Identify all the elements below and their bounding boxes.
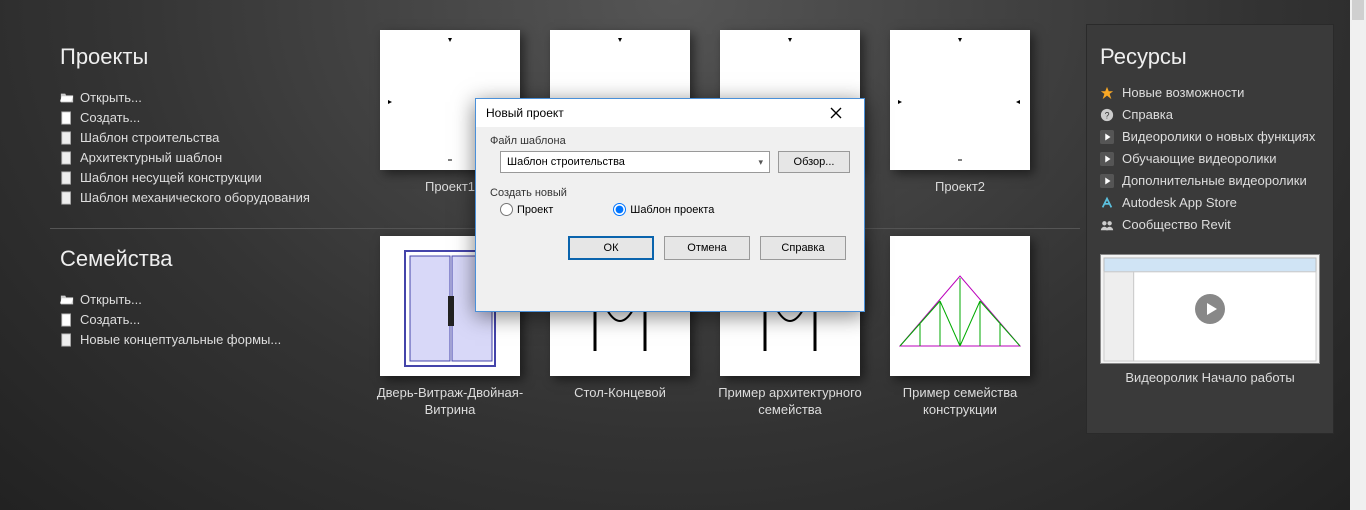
project-thumbnail[interactable]: [890, 30, 1030, 170]
link-label: Открыть...: [80, 88, 142, 108]
folder-open-icon: [60, 91, 74, 105]
link-label: Создать...: [80, 108, 140, 128]
link-label: Видеоролики о новых функциях: [1122, 126, 1315, 148]
projects-open-link[interactable]: Открыть...: [60, 88, 360, 108]
link-label: Шаблон несущей конструкции: [80, 168, 262, 188]
link-label: Открыть...: [80, 290, 142, 310]
new-file-icon: [60, 313, 74, 327]
people-icon: [1100, 218, 1114, 232]
template-combobox[interactable]: Шаблон строительства ▾: [500, 151, 770, 173]
projects-heading: Проекты: [60, 44, 360, 70]
resource-videos-new[interactable]: Видеоролики о новых функциях: [1100, 126, 1320, 148]
link-label: Шаблон механического оборудования: [80, 188, 310, 208]
projects-template-construction[interactable]: Шаблон строительства: [60, 128, 360, 148]
resources-panel: Ресурсы Новые возможности ? Справка Виде…: [1086, 24, 1334, 434]
resource-appstore[interactable]: Autodesk App Store: [1100, 192, 1320, 214]
video-caption: Видеоролик Начало работы: [1100, 370, 1320, 386]
family-card-label: Стол-Концевой: [545, 384, 695, 401]
dialog-title: Новый проект: [486, 106, 564, 120]
link-label: Шаблон строительства: [80, 128, 219, 148]
families-open-link[interactable]: Открыть...: [60, 290, 360, 310]
radio-project-input[interactable]: [500, 203, 513, 216]
folder-open-icon: [60, 293, 74, 307]
projects-section: Проекты Открыть... Создать... Шаблон стр…: [60, 44, 360, 208]
link-label: Autodesk App Store: [1122, 192, 1237, 214]
play-icon: [1100, 174, 1114, 188]
chevron-down-icon: ▾: [758, 157, 763, 168]
link-label: Дополнительные видеоролики: [1122, 170, 1307, 192]
play-icon: [1100, 152, 1114, 166]
file-icon: [60, 171, 74, 185]
resource-videos-learn[interactable]: Обучающие видеоролики: [1100, 148, 1320, 170]
resource-community[interactable]: Сообщество Revit: [1100, 214, 1320, 236]
vertical-scrollbar[interactable]: ▲: [1350, 0, 1366, 510]
family-thumbnail[interactable]: [890, 236, 1030, 376]
file-icon: [60, 131, 74, 145]
resource-whatsnew[interactable]: Новые возможности: [1100, 82, 1320, 104]
close-icon: [830, 107, 842, 119]
file-icon: [60, 333, 74, 347]
families-links: Открыть... Создать... Новые концептуальн…: [60, 290, 360, 350]
projects-create-link[interactable]: Создать...: [60, 108, 360, 128]
ok-button[interactable]: ОК: [568, 236, 654, 260]
link-label: Архитектурный шаблон: [80, 148, 222, 168]
new-file-icon: [60, 111, 74, 125]
svg-text:?: ?: [1105, 111, 1110, 121]
families-create-link[interactable]: Создать...: [60, 310, 360, 330]
video-thumbnail[interactable]: [1100, 254, 1320, 364]
link-label: Справка: [1122, 104, 1173, 126]
link-label: Новые возможности: [1122, 82, 1244, 104]
help-icon: ?: [1100, 108, 1114, 122]
dialog-body: Файл шаблона Шаблон строительства ▾ Обзо…: [476, 127, 864, 268]
start-screen: Проекты Открыть... Создать... Шаблон стр…: [0, 0, 1350, 510]
family-card-label: Пример архитектурного семейства: [715, 384, 865, 418]
projects-template-arch[interactable]: Архитектурный шаблон: [60, 148, 360, 168]
help-button[interactable]: Справка: [760, 236, 846, 260]
family-card-label: Дверь-Витраж-Двойная-Витрина: [375, 384, 525, 418]
project-card-label: Проект2: [885, 178, 1035, 195]
create-group-label: Создать новый: [490, 187, 850, 199]
resource-videos-more[interactable]: Дополнительные видеоролики: [1100, 170, 1320, 192]
families-section: Семейства Открыть... Создать... Новые ко…: [60, 246, 360, 350]
file-icon: [60, 151, 74, 165]
resource-help[interactable]: ? Справка: [1100, 104, 1320, 126]
intro-video[interactable]: Видеоролик Начало работы: [1100, 254, 1320, 386]
radio-project[interactable]: Проект: [500, 203, 553, 216]
link-label: Сообщество Revit: [1122, 214, 1231, 236]
dialog-close-button[interactable]: [818, 101, 854, 125]
families-heading: Семейства: [60, 246, 360, 272]
family-card-label: Пример семейства конструкции: [885, 384, 1035, 418]
link-label: Создать...: [80, 310, 140, 330]
resources-links: Новые возможности ? Справка Видеоролики …: [1100, 82, 1320, 236]
family-card[interactable]: Пример семейства конструкции: [890, 236, 1030, 418]
appstore-icon: [1100, 196, 1114, 210]
project-card[interactable]: Проект2: [890, 30, 1030, 195]
file-icon: [60, 191, 74, 205]
projects-template-struct[interactable]: Шаблон несущей конструкции: [60, 168, 360, 188]
projects-links: Открыть... Создать... Шаблон строительст…: [60, 88, 360, 208]
families-conceptual-link[interactable]: Новые концептуальные формы...: [60, 330, 360, 350]
browse-button[interactable]: Обзор...: [778, 151, 850, 173]
dialog-titlebar[interactable]: Новый проект: [476, 99, 864, 127]
play-icon: [1100, 130, 1114, 144]
radio-label: Шаблон проекта: [630, 204, 714, 216]
projects-template-mech[interactable]: Шаблон механического оборудования: [60, 188, 360, 208]
template-group-label: Файл шаблона: [490, 135, 850, 147]
radio-template[interactable]: Шаблон проекта: [613, 203, 714, 216]
scrollbar-thumb[interactable]: [1352, 0, 1364, 20]
combobox-value: Шаблон строительства: [507, 156, 625, 168]
radio-template-input[interactable]: [613, 203, 626, 216]
star-icon: [1100, 86, 1114, 100]
new-project-dialog: Новый проект Файл шаблона Шаблон строите…: [475, 98, 865, 312]
play-icon: [1195, 294, 1225, 324]
link-label: Обучающие видеоролики: [1122, 148, 1277, 170]
resources-heading: Ресурсы: [1100, 44, 1320, 70]
cancel-button[interactable]: Отмена: [664, 236, 750, 260]
radio-label: Проект: [517, 204, 553, 216]
link-label: Новые концептуальные формы...: [80, 330, 281, 350]
